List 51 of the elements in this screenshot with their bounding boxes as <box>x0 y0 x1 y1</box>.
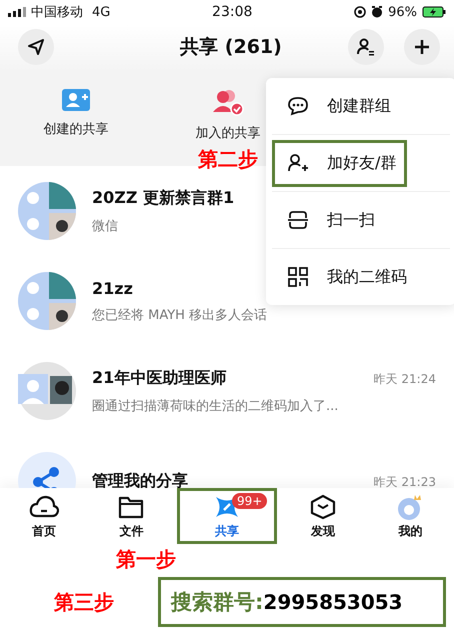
people-check-icon <box>211 88 245 116</box>
cube-icon <box>310 494 336 520</box>
avatar-icon <box>18 272 76 330</box>
add-person-icon <box>287 153 309 173</box>
contacts-button[interactable] <box>348 29 384 65</box>
folder-icon <box>118 494 144 518</box>
carrier-name: 中国移动 <box>31 4 83 21</box>
menu-item[interactable]: 加好友/群 <box>272 140 408 186</box>
conversation-title[interactable]: 20ZZ 更新禁言群1 <box>92 188 234 208</box>
tab[interactable]: 首页 <box>0 488 88 544</box>
qr-code-icon <box>287 267 309 287</box>
conversation-time: 昨天 21:23 <box>374 474 436 488</box>
step-annotation: 第二步 <box>198 146 258 173</box>
send-button[interactable] <box>18 29 54 65</box>
battery-percent: 96% <box>388 4 417 20</box>
conversation-preview: 微信 <box>92 218 118 234</box>
menu-item[interactable]: 扫一扫 <box>272 196 386 244</box>
conversation-title[interactable]: 管理我的分享 <box>92 470 188 488</box>
tab[interactable]: 文件 <box>88 488 175 544</box>
search-label: 搜索群号: <box>171 589 264 616</box>
add-person-icon <box>61 88 91 112</box>
conversation-title[interactable]: 21年中医助理医师 <box>92 368 226 388</box>
tab[interactable]: 发现 <box>279 488 366 544</box>
avatar-icon <box>18 182 76 240</box>
menu-item[interactable]: 创建群组 <box>272 82 402 130</box>
conversation-preview: 圈通过扫描薄荷味的生活的二维码加入了... <box>92 398 338 414</box>
tab[interactable]: 共享 99+ <box>177 488 277 544</box>
conversation-time: 昨天 21:24 <box>374 370 436 388</box>
scan-icon <box>287 210 309 230</box>
paper-plane-icon <box>27 38 45 56</box>
plus-icon <box>413 38 431 56</box>
cloud-icon <box>28 494 59 520</box>
page-title: 共享 (261) <box>179 35 283 60</box>
status-time: 23:08 <box>212 4 252 20</box>
battery-icon <box>422 6 446 18</box>
tab[interactable]: 我的 <box>366 488 454 544</box>
conversation-title[interactable]: 21zz <box>92 278 133 298</box>
menu-item[interactable]: 我的二维码 <box>272 254 418 300</box>
group-number: 2995853053 <box>263 590 403 614</box>
step-annotation: 第一步 <box>115 546 177 573</box>
conversation-preview: 您已经将 MAYH 移出多人会话 <box>92 306 268 324</box>
add-button[interactable] <box>404 29 440 65</box>
network-type: 4G <box>92 4 110 20</box>
unread-badge: 99+ <box>232 493 268 509</box>
avatar-icon <box>18 362 76 420</box>
chat-bubble-icon <box>287 96 309 116</box>
step-annotation: 第三步 <box>54 588 114 616</box>
quick-action[interactable]: 创建的共享 <box>0 84 152 142</box>
alarm-icon <box>371 6 384 18</box>
person-list-icon <box>357 38 375 56</box>
signal-icon <box>8 7 26 17</box>
